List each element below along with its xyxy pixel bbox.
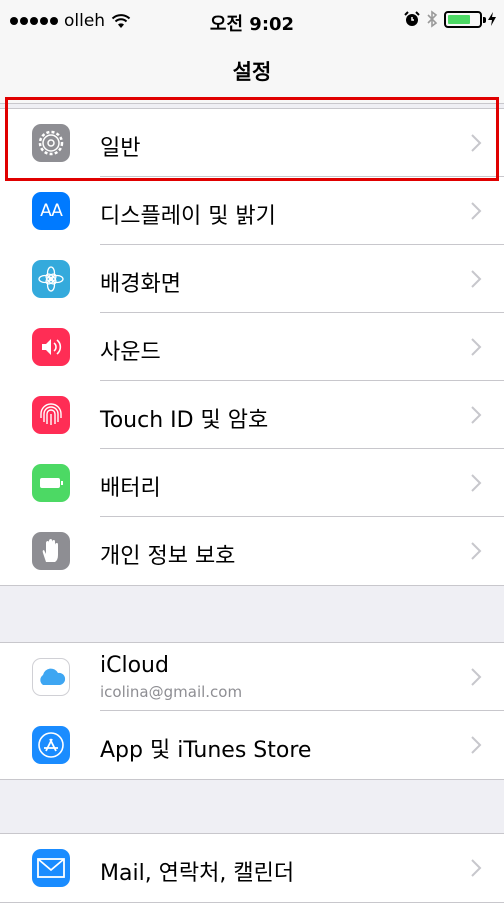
page-title: 설정 bbox=[232, 60, 272, 84]
settings-item-label: iCloud bbox=[100, 653, 169, 678]
settings-item-label: Mail, 연락처, 캘린더 bbox=[100, 861, 295, 886]
fingerprint-icon bbox=[32, 396, 70, 434]
battery-indicator bbox=[444, 10, 486, 28]
chevron-right-icon bbox=[471, 134, 482, 152]
chevron-right-icon bbox=[471, 202, 482, 220]
settings-item-label: Touch ID 및 암호 bbox=[100, 408, 269, 433]
status-icons bbox=[404, 10, 496, 28]
settings-item-touch-id[interactable]: Touch ID 및 암호 bbox=[0, 381, 504, 449]
settings-item-label: App 및 iTunes Store bbox=[100, 738, 312, 763]
chevron-right-icon bbox=[471, 859, 482, 877]
chevron-right-icon bbox=[471, 270, 482, 288]
settings-group-2: iCloud icolina@gmail.com App 및 iTunes St… bbox=[0, 642, 504, 780]
mail-icon bbox=[32, 849, 70, 887]
status-bar: olleh 오전 9:02 bbox=[0, 0, 504, 40]
settings-item-display[interactable]: AA 디스플레이 및 밝기 bbox=[0, 177, 504, 245]
chevron-right-icon bbox=[471, 668, 482, 686]
settings-item-general[interactable]: 일반 bbox=[0, 109, 504, 177]
navigation-bar: 설정 bbox=[0, 40, 504, 104]
settings-item-label: 디스플레이 및 밝기 bbox=[100, 204, 276, 229]
settings-item-label: 배터리 bbox=[100, 476, 161, 501]
settings-item-label: 개인 정보 보호 bbox=[100, 544, 236, 569]
chevron-right-icon bbox=[471, 474, 482, 492]
settings-item-icloud[interactable]: iCloud icolina@gmail.com bbox=[0, 643, 504, 711]
account-email: icolina@gmail.com bbox=[100, 683, 243, 701]
settings-group-1: 일반 AA 디스플레이 및 밝기 배경화면 사운드 Touch ID 및 암호 … bbox=[0, 108, 504, 586]
app-store-icon bbox=[32, 726, 70, 764]
speaker-icon bbox=[32, 328, 70, 366]
flower-icon bbox=[32, 260, 70, 298]
cloud-icon bbox=[32, 658, 70, 696]
chevron-right-icon bbox=[471, 338, 482, 356]
settings-item-privacy[interactable]: 개인 정보 보호 bbox=[0, 517, 504, 585]
settings-item-label: 사운드 bbox=[100, 340, 161, 365]
gear-icon bbox=[32, 124, 70, 162]
settings-item-battery[interactable]: 배터리 bbox=[0, 449, 504, 517]
text-size-icon: AA bbox=[32, 192, 70, 230]
settings-item-app-store[interactable]: App 및 iTunes Store bbox=[0, 711, 504, 779]
chevron-right-icon bbox=[471, 406, 482, 424]
settings-item-label: 배경화면 bbox=[100, 272, 181, 297]
chevron-right-icon bbox=[471, 542, 482, 560]
chevron-right-icon bbox=[471, 736, 482, 754]
charging-icon bbox=[488, 12, 496, 26]
alarm-icon bbox=[404, 11, 420, 26]
settings-item-wallpaper[interactable]: 배경화면 bbox=[0, 245, 504, 313]
settings-group-3: Mail, 연락처, 캘린더 bbox=[0, 833, 504, 903]
battery-icon bbox=[32, 464, 70, 502]
settings-item-label: 일반 bbox=[100, 136, 141, 161]
settings-item-sound[interactable]: 사운드 bbox=[0, 313, 504, 381]
bluetooth-icon bbox=[427, 10, 438, 28]
hand-icon bbox=[32, 532, 70, 570]
settings-item-mail[interactable]: Mail, 연락처, 캘린더 bbox=[0, 834, 504, 902]
